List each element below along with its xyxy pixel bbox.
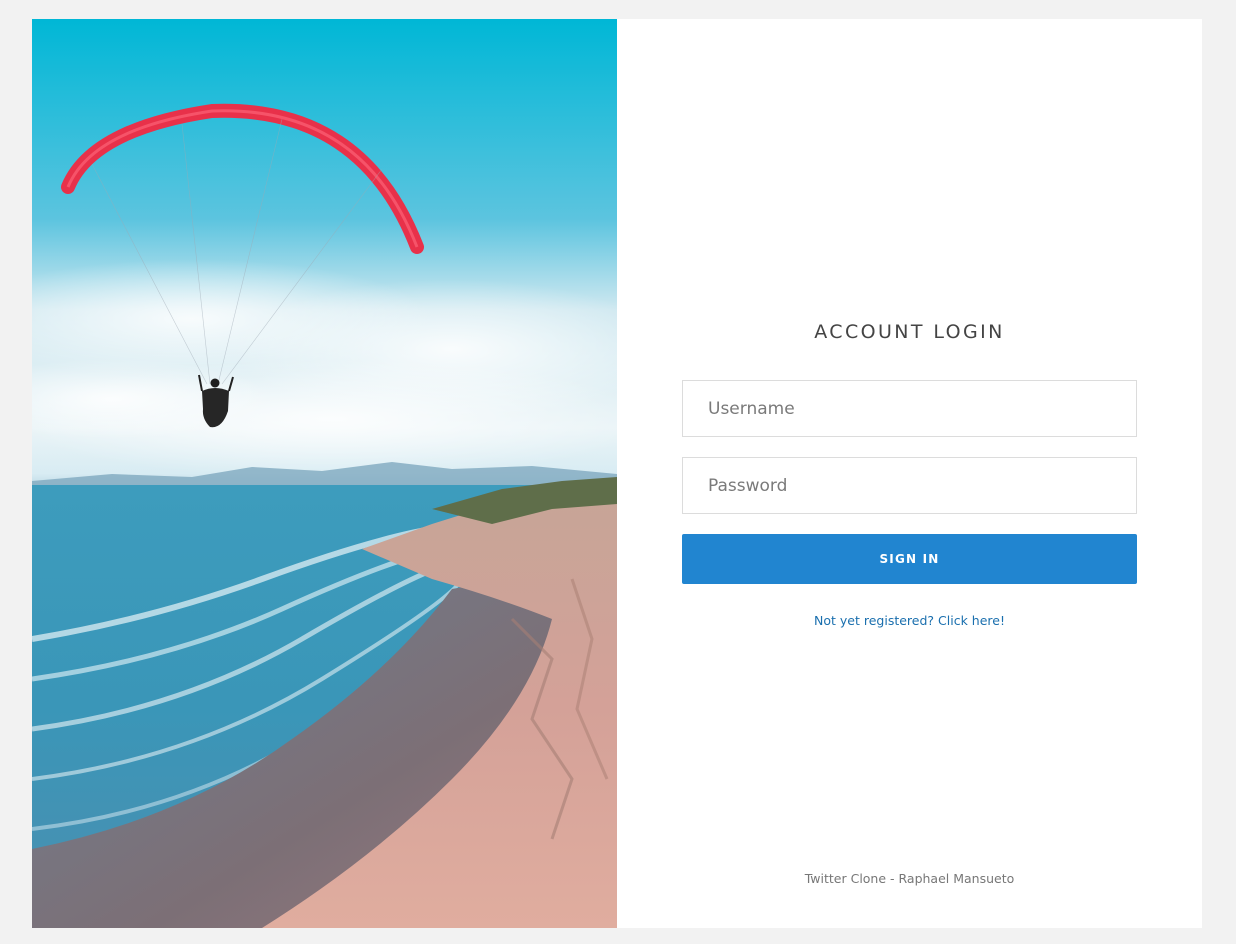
password-input[interactable] (682, 457, 1137, 514)
sign-in-button[interactable]: SIGN IN (682, 534, 1137, 584)
page-title: ACCOUNT LOGIN (814, 321, 1005, 343)
register-link[interactable]: Not yet registered? Click here! (617, 613, 1202, 628)
hero-image (32, 19, 617, 928)
username-input[interactable] (682, 380, 1137, 437)
footer-credit: Twitter Clone - Raphael Mansueto (804, 871, 1015, 886)
login-card: ACCOUNT LOGIN SIGN IN Not yet registered… (32, 19, 1202, 928)
login-panel: ACCOUNT LOGIN SIGN IN Not yet registered… (617, 19, 1202, 928)
